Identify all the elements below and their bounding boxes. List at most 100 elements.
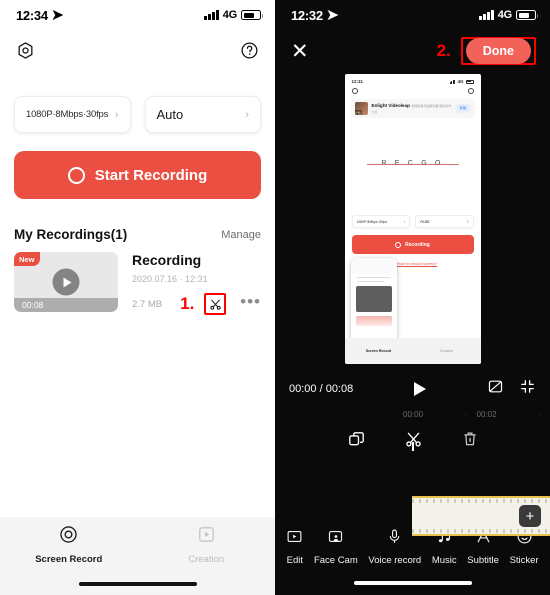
playhead-indicator[interactable]	[412, 442, 414, 451]
signal-bars-icon	[479, 10, 494, 20]
add-clip-button[interactable]: +	[519, 505, 541, 527]
timeline-clip-row: +	[412, 496, 550, 536]
hex-gear-icon	[351, 88, 358, 94]
aspect-ratio-icon[interactable]	[487, 378, 504, 400]
done-button[interactable]: Done	[465, 38, 531, 64]
nested-settings-row: 1080P·8Mbps·30fps › Auto ›	[345, 215, 481, 228]
record-circle-icon	[395, 241, 402, 248]
home-indicator-area-left	[0, 573, 275, 595]
ruler-label-0: 00:00	[403, 409, 424, 419]
home-indicator-area-right	[275, 571, 550, 595]
nested-recording-button: Recording	[351, 235, 474, 254]
tool-edit[interactable]: Edit	[286, 528, 303, 566]
timeline-area: +	[275, 442, 550, 536]
nested-ad-tag: 广告	[354, 110, 362, 115]
nested-tab-screen-record: Screen Record	[365, 349, 392, 353]
chevron-right-icon: ›	[245, 108, 249, 121]
microphone-icon	[386, 528, 403, 550]
play-square-icon	[197, 525, 216, 549]
ruler-dot: ·	[464, 409, 468, 419]
play-icon[interactable]	[52, 268, 80, 296]
filmstrip-perforations-top	[412, 499, 550, 503]
screen-record-phone: 12:34 ➤ 4G 1080P·8Mbps·30fps › Auto › St…	[0, 0, 275, 595]
nested-ad-banner: 广告 Enlight Videoleap 视频剪辑与编辑利器,轻松创作大片 安装	[350, 99, 475, 118]
nested-ad-install-button: 安装	[455, 104, 471, 113]
tab-label-screen-record: Screen Record	[35, 554, 103, 565]
status-bar-left: 12:34 ➤ 4G	[0, 0, 275, 30]
delete-trash-icon[interactable]	[461, 430, 479, 448]
question-circle-icon[interactable]	[240, 41, 259, 60]
home-indicator	[78, 581, 197, 587]
recording-date: 2020.07.16 · 12:31	[132, 274, 208, 284]
nested-battery-icon	[465, 79, 474, 84]
nested-howto-label: How to record screen?	[396, 261, 438, 266]
nested-recgo-logo: R E C G O	[345, 160, 481, 167]
nested-tab-creation: Creation	[439, 349, 454, 353]
close-x-icon[interactable]: ✕	[291, 41, 309, 62]
tool-label-face-cam: Face Cam	[313, 555, 358, 566]
ruler-dot: ·	[538, 409, 541, 419]
nested-inner-phone-overlay	[350, 258, 397, 350]
hex-gear-icon[interactable]	[16, 41, 35, 60]
editor-top-bar: ✕ 2. Done	[275, 30, 550, 72]
video-preview-area: 12:31 4G 广告 Enlight Videoleap 视频剪辑与编辑利器,…	[275, 72, 550, 364]
filmstrip-perforations-bottom	[412, 529, 550, 533]
trim-scissors-button[interactable]	[204, 293, 227, 315]
recording-settings-row: 1080P·8Mbps·30fps › Auto ›	[0, 70, 275, 133]
start-recording-label: Start Recording	[94, 166, 208, 184]
question-circle-icon	[467, 88, 474, 94]
tool-label-voice-record: Voice record	[368, 555, 422, 566]
signal-bars-icon	[204, 10, 219, 20]
recording-size: 2.7 MB	[132, 298, 163, 310]
battery-icon	[241, 10, 263, 20]
recording-list-item: New 00:08 Recording 2020.07.16 · 12:31 2…	[0, 242, 275, 315]
done-highlight-box: Done	[460, 37, 536, 65]
duplicate-icon[interactable]	[347, 430, 366, 449]
nested-resolution-selector: 1080P·8Mbps·30fps ›	[351, 215, 410, 228]
tool-label-sticker: Sticker	[509, 555, 539, 566]
tool-label-subtitle: Subtitle	[467, 555, 499, 566]
status-time-left: 12:34 ➤	[16, 7, 65, 24]
tab-screen-record[interactable]: Screen Record	[0, 525, 138, 565]
nested-network-label: 4G	[457, 79, 464, 84]
my-recordings-header: My Recordings(1) Manage	[0, 199, 275, 242]
tool-face-cam[interactable]: Face Cam	[314, 528, 358, 566]
network-label-right: 4G	[497, 9, 512, 21]
exit-fullscreen-icon[interactable]	[519, 378, 536, 400]
face-cam-icon	[327, 528, 344, 550]
battery-icon	[516, 10, 538, 20]
nested-recording-label: Recording	[405, 241, 430, 248]
play-icon[interactable]	[414, 382, 427, 396]
bottom-tab-bar-left: Screen Record Creation	[0, 517, 275, 573]
recording-title: Recording	[132, 252, 202, 268]
video-preview-frame[interactable]: 12:31 4G 广告 Enlight Videoleap 视频剪辑与编辑利器,…	[344, 74, 481, 364]
my-recordings-title: My Recordings(1)	[14, 227, 128, 242]
manage-link[interactable]: Manage	[221, 229, 261, 241]
home-indicator	[353, 580, 472, 586]
tool-label-music: Music	[431, 555, 457, 566]
tool-label-edit: Edit	[286, 555, 303, 566]
chevron-right-icon: ›	[114, 108, 119, 121]
annotation-step-1: 1.	[180, 294, 195, 313]
more-options-button[interactable]: •••	[240, 293, 261, 312]
playback-control-bar: 00:00 / 00:08	[275, 372, 550, 406]
edit-clip-icon	[286, 528, 303, 550]
record-circle-icon	[59, 525, 78, 549]
nested-signal-icon	[449, 79, 456, 84]
recording-thumbnail[interactable]: New 00:08	[14, 252, 118, 312]
resolution-selector[interactable]: 1080P·8Mbps·30fps ›	[14, 96, 131, 133]
location-arrow-icon: ➤	[325, 7, 340, 24]
location-arrow-icon: ➤	[50, 7, 65, 24]
nested-orientation-selector: Auto ›	[415, 215, 474, 228]
orientation-selector[interactable]: Auto ›	[144, 96, 261, 133]
nested-ad-thumbnail: 广告	[354, 102, 368, 115]
nested-status-time: 12:31	[351, 79, 364, 84]
nested-tab-bar: Screen Record Creation	[344, 338, 481, 364]
duration-label: 00:08	[14, 297, 118, 312]
tab-creation[interactable]: Creation	[138, 525, 276, 565]
ruler-label-1: 00:02	[476, 409, 497, 419]
nested-ad-title: Enlight Videoleap	[371, 102, 410, 108]
nested-top-icons	[345, 84, 481, 94]
start-recording-button[interactable]: Start Recording	[14, 151, 261, 199]
record-circle-icon	[67, 166, 85, 184]
